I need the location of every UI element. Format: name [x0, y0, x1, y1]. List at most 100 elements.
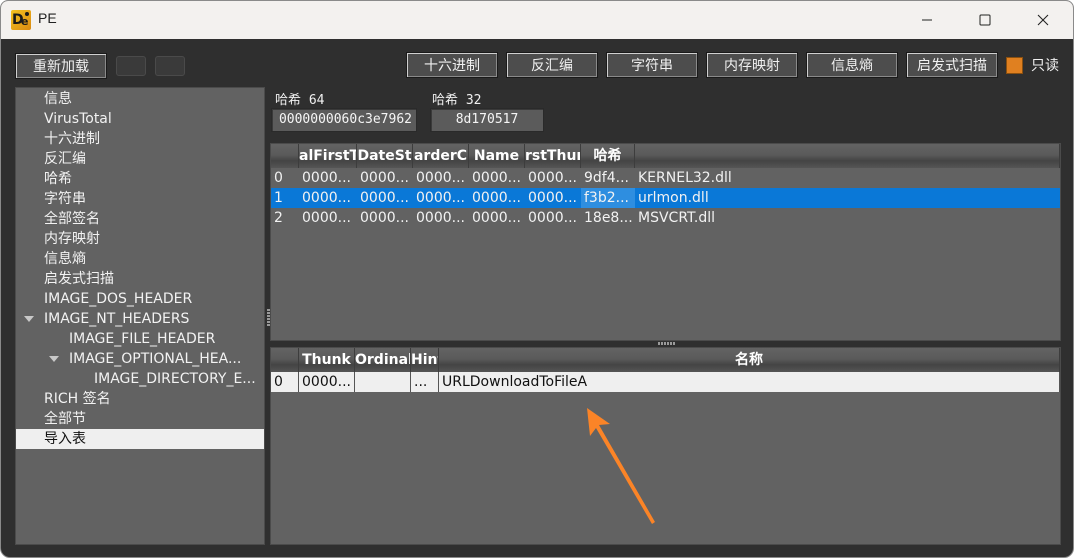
sidebar-item[interactable]: IMAGE_DIRECTORY_E... — [16, 369, 264, 389]
sidebar-item[interactable]: 全部节 — [16, 409, 264, 429]
hex-button[interactable]: 十六进制 — [406, 52, 498, 78]
imports-cell: 0000... — [416, 210, 465, 226]
window-title: PE — [38, 10, 57, 26]
sidebar-item[interactable]: IMAGE_OPTIONAL_HEA... — [16, 349, 264, 369]
sidebar-item-label: IMAGE_OPTIONAL_HEA... — [69, 351, 242, 367]
entropy-button[interactable]: 信息熵 — [806, 52, 898, 78]
maximize-icon — [979, 14, 991, 26]
function-ordinal-cell — [355, 372, 411, 392]
sidebar-item[interactable]: 信息熵 — [16, 249, 264, 269]
sidebar-item[interactable]: 哈希 — [16, 169, 264, 189]
functions-column-header[interactable] — [271, 348, 299, 372]
imports-cell: 0000... — [472, 170, 521, 186]
dll-name-cell: KERNEL32.dll — [638, 170, 732, 186]
memory-map-button[interactable]: 内存映射 — [706, 52, 798, 78]
sidebar-item[interactable]: 启发式扫描 — [16, 269, 264, 289]
hash64-field[interactable]: 0000000060c3e7962 — [271, 108, 417, 132]
sidebar-item-label: 内存映射 — [44, 231, 100, 247]
disassembly-button[interactable]: 反汇编 — [506, 52, 598, 78]
sidebar-item-label: 信息 — [44, 91, 72, 107]
imports-cell: 0000... — [472, 210, 521, 226]
sidebar-item-label: RICH 签名 — [44, 391, 111, 407]
function-thunk-cell: 0000... — [299, 372, 355, 392]
functions-column-header[interactable]: Ordinal — [355, 348, 411, 372]
imports-column-header[interactable]: rstThur — [525, 144, 581, 168]
sidebar-item[interactable]: 十六进制 — [16, 129, 264, 149]
imports-cell: 0000... — [360, 210, 409, 226]
horizontal-splitter-handle[interactable] — [658, 342, 676, 345]
minimize-button[interactable] — [901, 1, 953, 39]
function-index-cell: 0 — [271, 372, 299, 392]
sidebar-item[interactable]: IMAGE_FILE_HEADER — [16, 329, 264, 349]
sidebar-item-label: IMAGE_DIRECTORY_E... — [94, 371, 256, 387]
minimize-icon — [922, 19, 932, 21]
sidebar-item-label: 反汇编 — [44, 151, 86, 167]
expand-arrow-icon[interactable] — [49, 356, 59, 362]
sidebar-item[interactable]: IMAGE_DOS_HEADER — [16, 289, 264, 309]
sidebar-item-label: 十六进制 — [44, 131, 100, 147]
annotation-arrow-icon — [587, 408, 655, 524]
sidebar-item-label: 全部节 — [44, 411, 86, 427]
sidebar-item[interactable]: RICH 签名 — [16, 389, 264, 409]
hash-cell: 18e8... — [584, 210, 633, 226]
dll-name-cell: MSVCRT.dll — [638, 210, 716, 226]
imports-column-header[interactable]: 哈希 — [581, 144, 635, 168]
sidebar-item[interactable]: IMAGE_NT_HEADERS — [16, 309, 264, 329]
reload-button[interactable]: 重新加载 — [15, 53, 107, 79]
hash-cell: 9df4... — [584, 170, 629, 186]
imports-table-row[interactable]: 2 0000... 0000... 0000... 0000... 0000... 18e8… — [271, 208, 1060, 228]
expand-arrow-icon[interactable] — [24, 316, 34, 322]
functions-column-header[interactable]: Thunk — [299, 348, 355, 372]
hash32-label: 哈希 32 — [432, 93, 482, 108]
sidebar-item[interactable]: 导入表 — [16, 429, 264, 449]
imports-cell: 0000... — [360, 170, 409, 186]
readonly-label: 只读 — [1031, 58, 1059, 74]
sidebar-item[interactable]: 字符串 — [16, 189, 264, 209]
imports-cell: 0000... — [528, 210, 577, 226]
hash-cell: f3b2... — [581, 188, 635, 208]
sidebar-item[interactable]: 内存映射 — [16, 229, 264, 249]
functions-table-header: ThunkOrdinalHint名称 — [271, 348, 1060, 372]
imports-table-header: alFirstT DateSt arderC Name rstThur 哈希 — [271, 144, 1060, 168]
imports-cell: 0000... — [302, 210, 351, 226]
hash32-field[interactable]: 8d170517 — [430, 108, 544, 132]
imports-cell: 0000... — [472, 190, 521, 206]
imports-cell: 0000... — [416, 190, 465, 206]
imports-cell: 0000... — [302, 190, 351, 206]
functions-table-row[interactable]: 0 0000...... URLDownloadToFileA — [271, 372, 1060, 392]
imports-table-row[interactable]: 1 0000... 0000... 0000... 0000... 0000... f3b2… — [271, 188, 1060, 208]
heuristic-scan-button[interactable]: 启发式扫描 — [906, 52, 998, 78]
sidebar-item[interactable]: 全部签名 — [16, 209, 264, 229]
sidebar-item[interactable]: VirusTotal — [16, 109, 264, 129]
close-icon — [1037, 14, 1049, 26]
imports-cell: 0000... — [360, 190, 409, 206]
sidebar-item[interactable]: 信息 — [16, 89, 264, 109]
sidebar-item-label: VirusTotal — [44, 111, 112, 127]
imports-column-header[interactable]: alFirstT — [299, 144, 357, 168]
row-index: 1 — [274, 190, 283, 206]
imports-column-header[interactable]: DateSt — [357, 144, 413, 168]
sidebar-item-label: 信息熵 — [44, 251, 86, 267]
functions-column-header[interactable]: Hint — [411, 348, 439, 372]
row-index: 2 — [274, 210, 283, 226]
sidebar-item-label: IMAGE_DOS_HEADER — [44, 291, 193, 307]
app-logo-icon: De — [11, 10, 31, 30]
functions-column-header[interactable]: 名称 — [439, 348, 1060, 372]
close-button[interactable] — [1017, 1, 1069, 39]
sidebar-item-label: IMAGE_FILE_HEADER — [69, 331, 216, 347]
imports-table-row[interactable]: 0 0000... 0000... 0000... 0000... 0000... 9df4… — [271, 168, 1060, 188]
imports-column-header[interactable]: Name — [469, 144, 525, 168]
imports-column-header[interactable] — [635, 144, 1060, 168]
toolbar-empty-button-1[interactable] — [116, 56, 146, 76]
sidebar-item[interactable]: 反汇编 — [16, 149, 264, 169]
imports-cell: 0000... — [302, 170, 351, 186]
imports-cell: 0000... — [528, 190, 577, 206]
sidebar-item-label: 启发式扫描 — [44, 271, 114, 287]
title-bar: De PE — [1, 1, 1073, 39]
strings-button[interactable]: 字符串 — [606, 52, 698, 78]
readonly-checkbox[interactable] — [1006, 57, 1023, 74]
imports-column-header[interactable] — [271, 144, 299, 168]
toolbar-empty-button-2[interactable] — [155, 56, 185, 76]
maximize-button[interactable] — [959, 1, 1011, 39]
imports-column-header[interactable]: arderC — [413, 144, 469, 168]
